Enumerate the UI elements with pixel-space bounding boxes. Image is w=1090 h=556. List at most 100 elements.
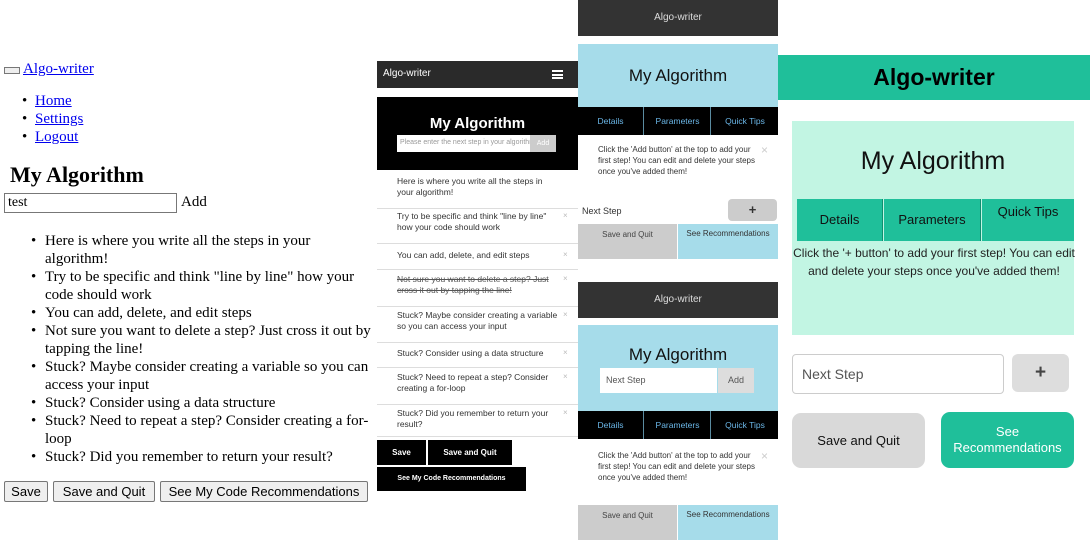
list-item[interactable]: Stuck? Did you remember to return your r… (31, 448, 375, 466)
tab-parameters[interactable]: Parameters (645, 411, 711, 439)
see-my-code-recommendations-button[interactable]: See My Code Recommendations (160, 481, 368, 502)
step-input[interactable] (4, 193, 177, 213)
list-item[interactable]: You can add, delete, and edit steps × (377, 250, 578, 270)
plain-html-panel: Algo-writer Home Settings Logout My Algo… (0, 0, 375, 556)
list-item[interactable]: You can add, delete, and edit steps (31, 304, 375, 322)
list-item[interactable]: Stuck? Maybe consider creating a variabl… (377, 310, 578, 343)
list-item[interactable]: Stuck? Did you remember to return your r… (377, 408, 578, 437)
save-and-quit-button[interactable]: Save and Quit (578, 505, 677, 540)
tab-bar: Details Parameters Quick Tips (797, 199, 1074, 241)
list-item[interactable]: Not sure you want to delete a step? Just… (377, 274, 578, 307)
nav-item-settings: Settings (22, 110, 83, 128)
step-input[interactable]: Please enter the next step in your algor… (397, 135, 530, 152)
tab-bar: Details Parameters Quick Tips (578, 107, 778, 135)
green-theme-panel: Algo-writer My Algorithm Details Paramet… (778, 55, 1090, 556)
step-text: Stuck? Maybe consider creating a variabl… (397, 310, 558, 331)
see-my-code-recommendations-button[interactable]: See My Code Recommendations (377, 467, 526, 491)
add-step-button[interactable]: + (728, 199, 777, 221)
tab-quick-tips[interactable]: Quick Tips (982, 199, 1074, 241)
list-item[interactable]: Try to be specific and think "line by li… (31, 268, 375, 304)
see-recommendations-button[interactable]: See Recommendations (678, 224, 778, 259)
save-button[interactable]: Save (377, 440, 426, 465)
navbar: Algo-writer (578, 0, 778, 36)
delete-icon[interactable]: × (563, 348, 568, 357)
list-item[interactable]: Stuck? Consider using a data structure (31, 394, 375, 412)
navbar-brand: Algo-writer (4, 61, 94, 78)
delete-icon[interactable]: × (563, 250, 568, 259)
nav-link-home[interactable]: Home (35, 93, 72, 109)
tab-details[interactable]: Details (578, 411, 644, 439)
nav-list: Home Settings Logout (22, 92, 83, 146)
step-text: You can add, delete, and edit steps (397, 250, 530, 260)
add-button[interactable]: Add (718, 368, 754, 393)
nav-link-settings[interactable]: Settings (35, 111, 83, 127)
save-button[interactable]: Save (4, 481, 48, 502)
delete-icon[interactable]: × (563, 211, 568, 220)
delete-icon[interactable]: × (563, 408, 568, 417)
list-item[interactable]: Stuck? Consider using a data structure × (377, 348, 578, 368)
add-step-button[interactable]: + (1012, 354, 1069, 392)
close-icon[interactable]: × (761, 143, 768, 157)
page-title: My Algorithm (860, 147, 1006, 175)
next-step-input[interactable]: Next Step (582, 206, 622, 216)
teal-theme-panel: Algo-writer My Algorithm Details Paramet… (578, 0, 778, 556)
step-text: Stuck? Need to repeat a step? Consider c… (397, 372, 549, 393)
step-text: Try to be specific and think "line by li… (397, 211, 547, 232)
nav-link-logout[interactable]: Logout (35, 129, 78, 145)
list-item[interactable]: Here is where you write all the steps in… (377, 176, 578, 209)
brand-title[interactable]: Algo-writer (383, 68, 431, 79)
navbar: Algo-writer (377, 61, 578, 88)
step-text: Here is where you write all the steps in… (397, 176, 543, 197)
delete-icon[interactable]: × (563, 310, 568, 319)
navbar-title[interactable]: Algo-writer (778, 55, 1090, 100)
delete-icon[interactable]: × (563, 274, 568, 283)
nav-item-logout: Logout (22, 128, 83, 146)
nav-item-home: Home (22, 92, 83, 110)
dark-theme-panel: Algo-writer My Algorithm Please enter th… (377, 61, 578, 496)
next-step-input[interactable]: Next Step (792, 354, 1004, 394)
page-title: My Algorithm (429, 115, 526, 132)
tab-parameters[interactable]: Parameters (884, 199, 981, 241)
list-item[interactable]: Stuck? Maybe consider creating a variabl… (31, 358, 375, 394)
tab-parameters[interactable]: Parameters (645, 107, 711, 135)
list-item[interactable]: Stuck? Need to repeat a step? Consider c… (377, 372, 578, 405)
list-item[interactable]: Not sure you want to delete a step? Just… (31, 322, 375, 358)
algorithm-card: My Algorithm Details Parameters Quick Ti… (792, 121, 1075, 335)
next-step-input[interactable]: Next Step (600, 368, 717, 393)
brand-link[interactable]: Algo-writer (23, 61, 94, 77)
save-and-quit-button[interactable]: Save and Quit (428, 440, 512, 465)
save-and-quit-button[interactable]: Save and Quit (578, 224, 677, 259)
hamburger-menu-icon[interactable] (552, 70, 563, 79)
tab-details[interactable]: Details (578, 107, 644, 135)
list-item[interactable]: Try to be specific and think "line by li… (377, 211, 578, 244)
save-and-quit-button[interactable]: Save and Quit (792, 413, 925, 468)
save-and-quit-button[interactable]: Save and Quit (53, 481, 155, 502)
tip-message: Click the '+ button' to add your first s… (793, 246, 1075, 278)
add-button[interactable]: Add (181, 194, 207, 211)
step-text: Not sure you want to delete a step? Just… (397, 274, 549, 295)
step-list: Here is where you write all the steps in… (31, 232, 375, 466)
see-recommendations-button[interactable]: See Recommendations (941, 412, 1074, 468)
close-icon[interactable]: × (761, 449, 768, 463)
page-title: My Algorithm (628, 66, 728, 85)
step-text: Stuck? Did you remember to return your r… (397, 408, 549, 429)
page-title: My Algorithm (10, 162, 144, 187)
tip-message: Click the 'Add button' at the top to add… (598, 451, 755, 482)
tab-quick-tips[interactable]: Quick Tips (712, 107, 778, 135)
page-title: My Algorithm (628, 345, 728, 364)
step-text: Stuck? Consider using a data structure (397, 348, 544, 358)
tip-message: Click the 'Add button' at the top to add… (598, 145, 755, 176)
hero: My Algorithm Please enter the next step … (377, 97, 578, 170)
see-recommendations-button[interactable]: See Recommendations (678, 505, 778, 540)
navbar: Algo-writer (578, 282, 778, 318)
hero: My Algorithm Next Step Add (578, 325, 778, 411)
tab-quick-tips[interactable]: Quick Tips (712, 411, 778, 439)
list-item[interactable]: Stuck? Need to repeat a step? Consider c… (31, 412, 375, 448)
menu-toggle-button[interactable] (4, 67, 20, 74)
tab-details[interactable]: Details (797, 199, 883, 241)
add-button[interactable]: Add (530, 135, 556, 152)
delete-icon[interactable]: × (563, 372, 568, 381)
list-item[interactable]: Here is where you write all the steps in… (31, 232, 375, 268)
tab-bar: Details Parameters Quick Tips (578, 411, 778, 439)
hero: My Algorithm (578, 44, 778, 107)
